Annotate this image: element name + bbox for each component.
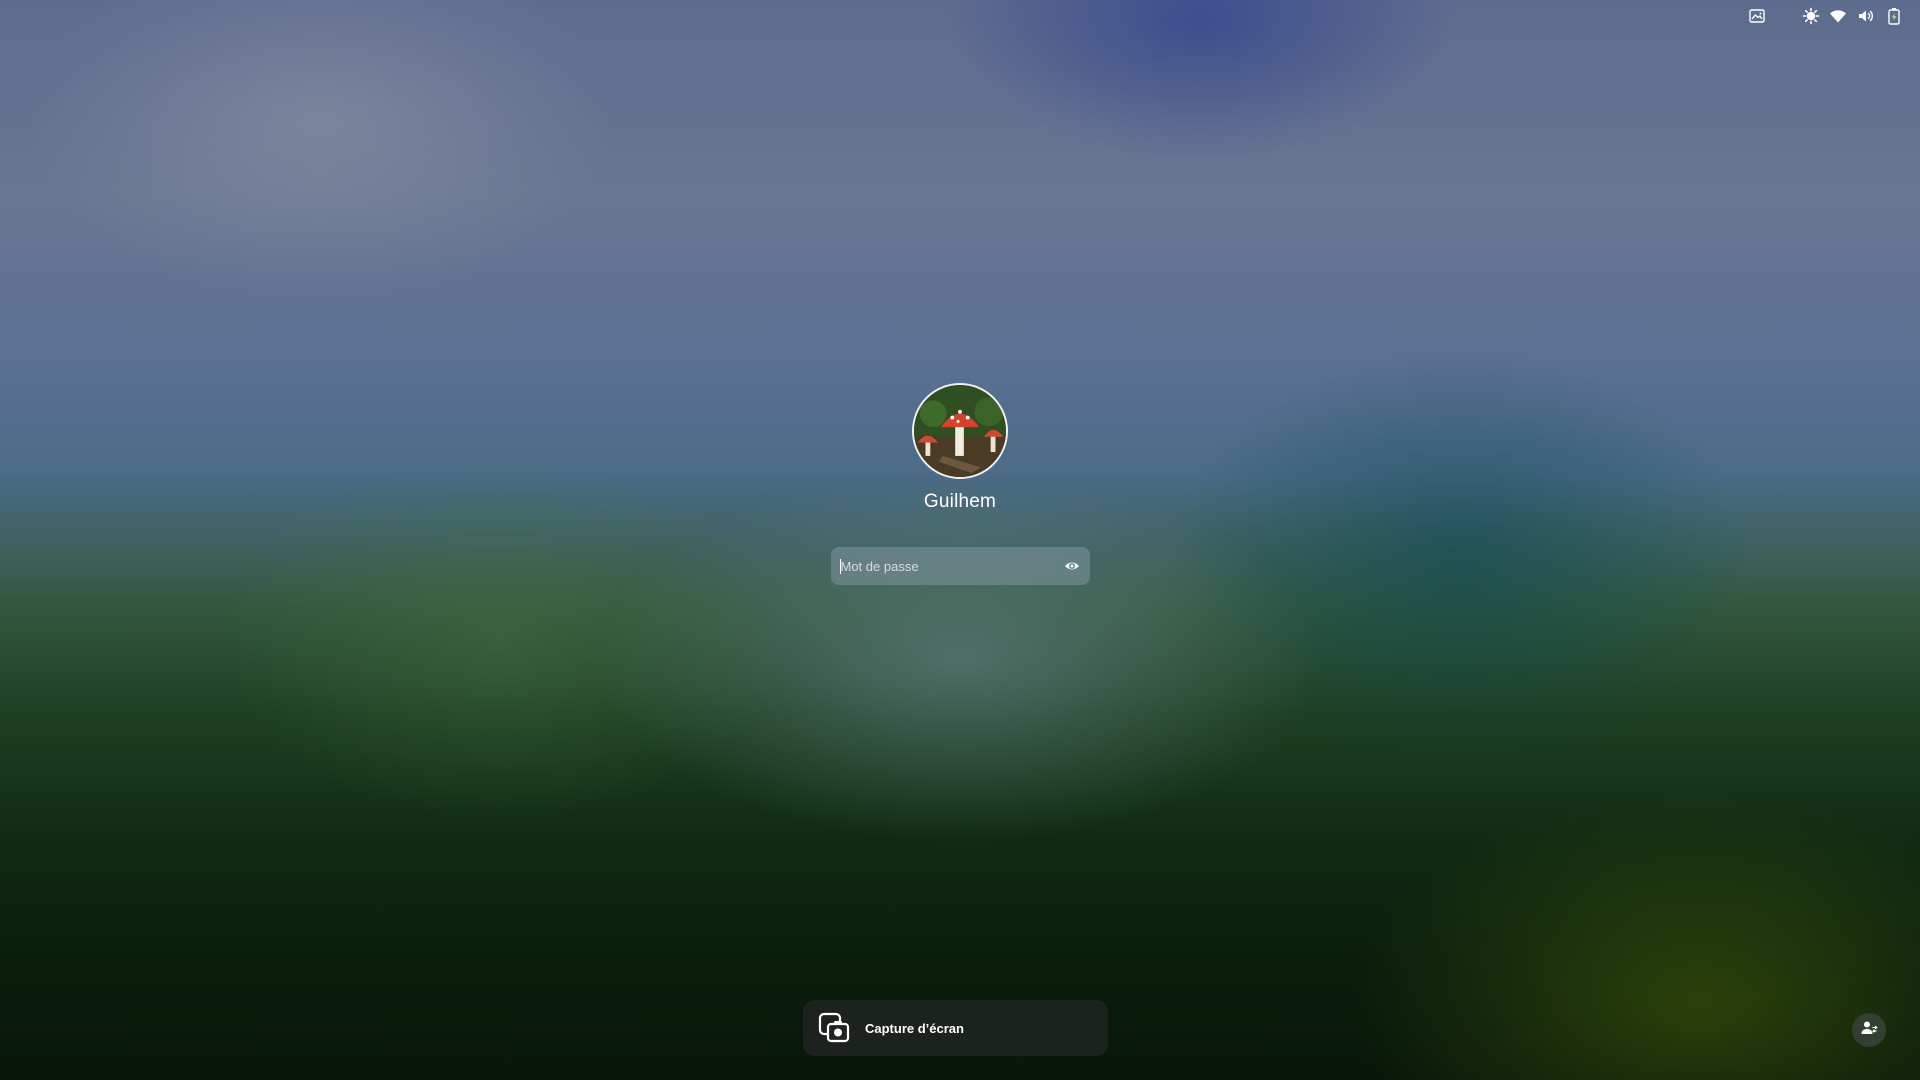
switch-user-button[interactable] (1852, 1013, 1886, 1047)
volume-icon[interactable] (1856, 6, 1876, 26)
top-bar (0, 0, 1920, 32)
login-panel: Guilhem (0, 383, 1920, 585)
battery-charging-icon[interactable] (1884, 6, 1904, 26)
switch-user-icon (1860, 1019, 1879, 1041)
wifi-icon[interactable] (1828, 6, 1848, 26)
username: Guilhem (923, 491, 997, 512)
password-input[interactable] (840, 547, 1041, 585)
brightness-icon[interactable] (1801, 6, 1821, 26)
avatar (912, 383, 1008, 479)
eye-icon[interactable] (1064, 558, 1080, 574)
screenshot-icon (818, 1012, 850, 1044)
password-field[interactable] (830, 547, 1090, 585)
notification-title: Capture d’écran (865, 1020, 964, 1036)
screen-image-icon[interactable] (1747, 6, 1767, 26)
screenshot-notification[interactable]: Capture d’écran (803, 1000, 1108, 1056)
